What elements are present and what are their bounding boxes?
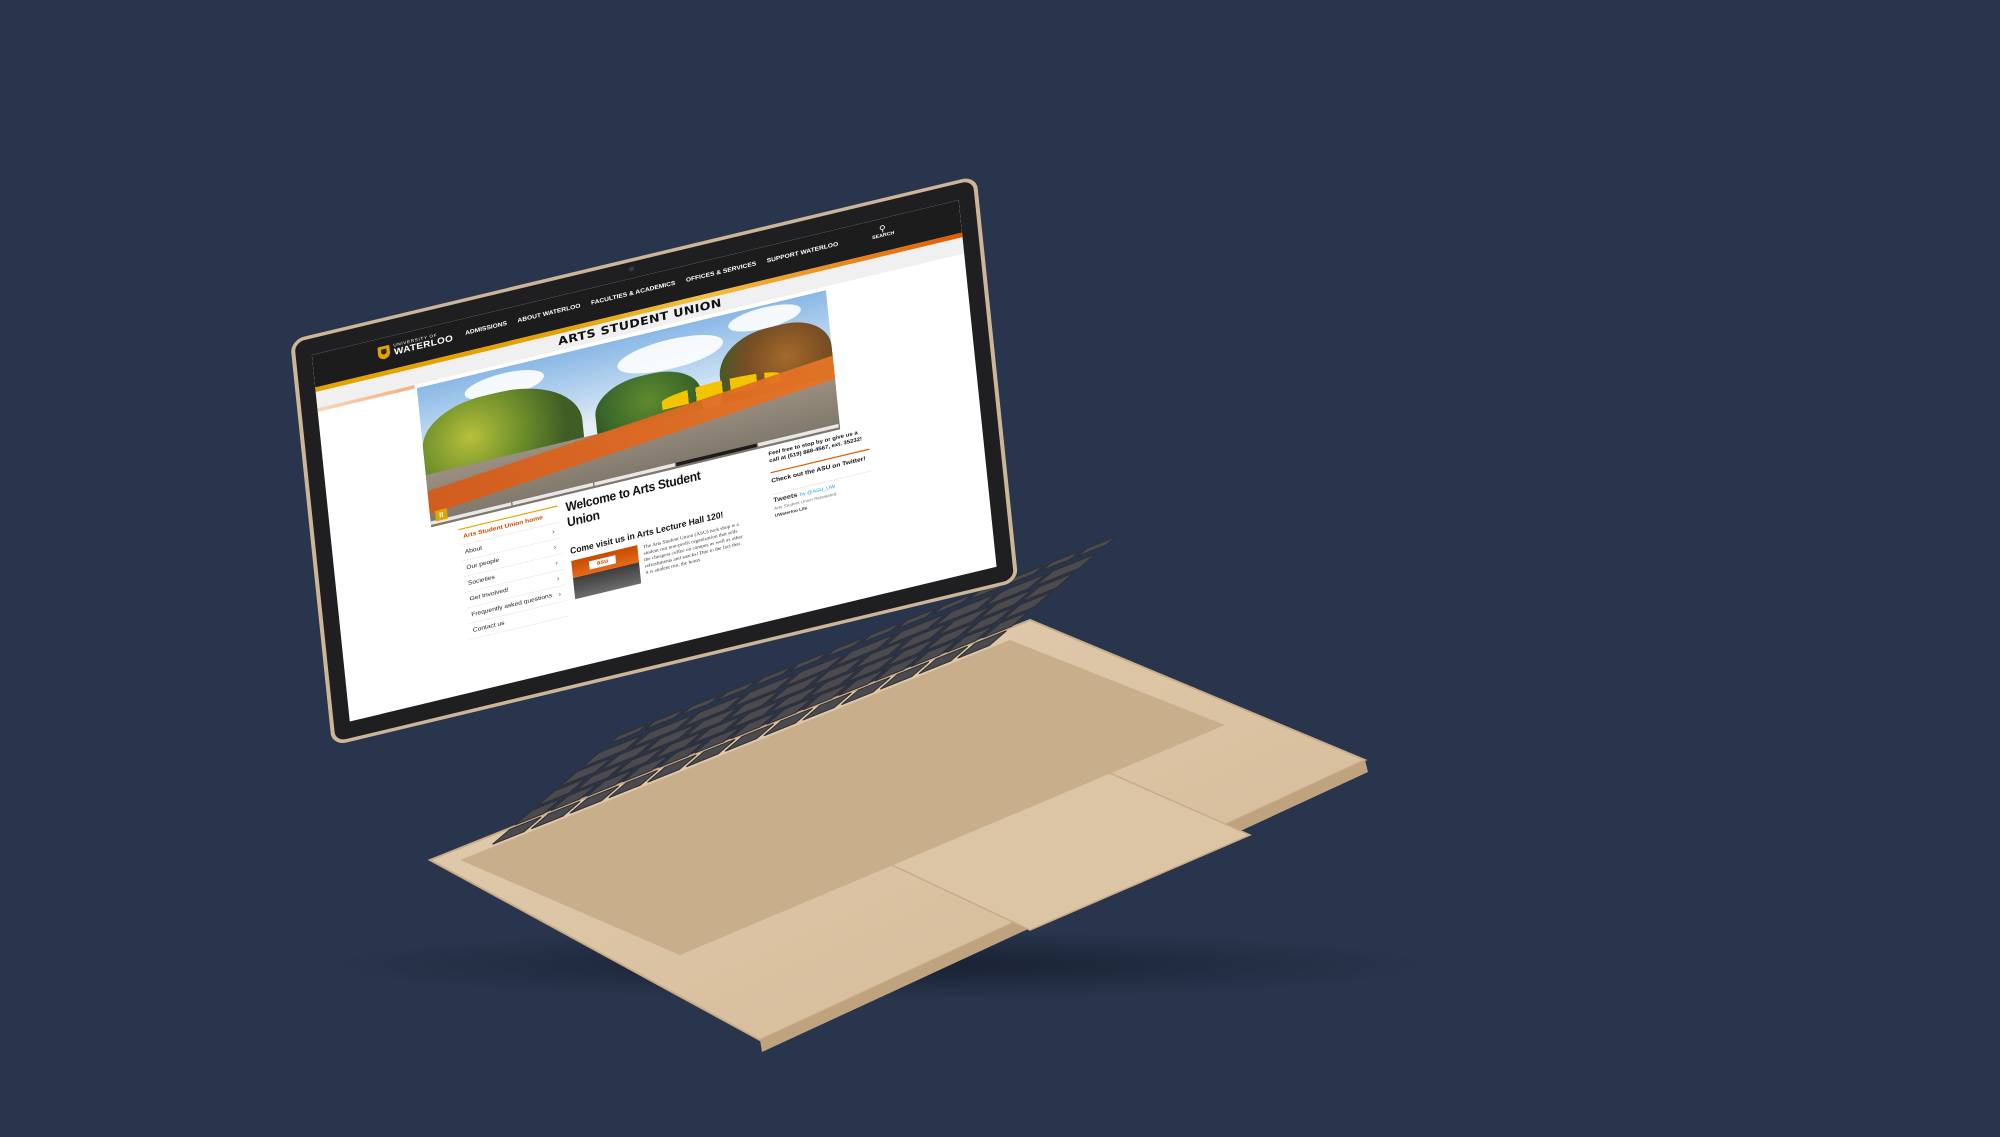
sidebar-item-label: Contact us [472,619,505,634]
thumbnail-sign-text: asu [588,555,617,570]
keyboard-function-key[interactable] [1077,536,1117,557]
chevron-right-icon: › [553,542,557,552]
chevron-right-icon: › [556,573,560,583]
nav-about-waterloo[interactable]: ABOUT WATERLOO [517,303,581,324]
nav-support-waterloo[interactable]: SUPPORT WATERLOO [766,241,838,264]
nav-admissions[interactable]: ADMISSIONS [465,320,507,336]
mockup-stage: UNIVERSITY OF WATERLOO ADMISSIONS ABOUT … [0,0,2000,1137]
sidebar-item-label: Societies [467,573,496,587]
chevron-right-icon: › [551,526,556,536]
crest-icon [377,344,391,361]
logo-wordmark: UNIVERSITY OF WATERLOO [393,330,453,357]
sidebar-item-label: About [464,544,483,556]
chevron-right-icon: › [558,589,562,599]
chevron-right-icon: › [554,558,559,568]
nav-offices-services[interactable]: OFFICES & SERVICES [686,261,757,284]
search-button[interactable]: ⚲ SEARCH [871,222,895,240]
sidebar-nav: Arts Student Union home About › Our peopl… [458,505,569,640]
twitter-widget[interactable]: Tweetsby @ASU_UW Arts Student Union Retw… [772,470,878,553]
